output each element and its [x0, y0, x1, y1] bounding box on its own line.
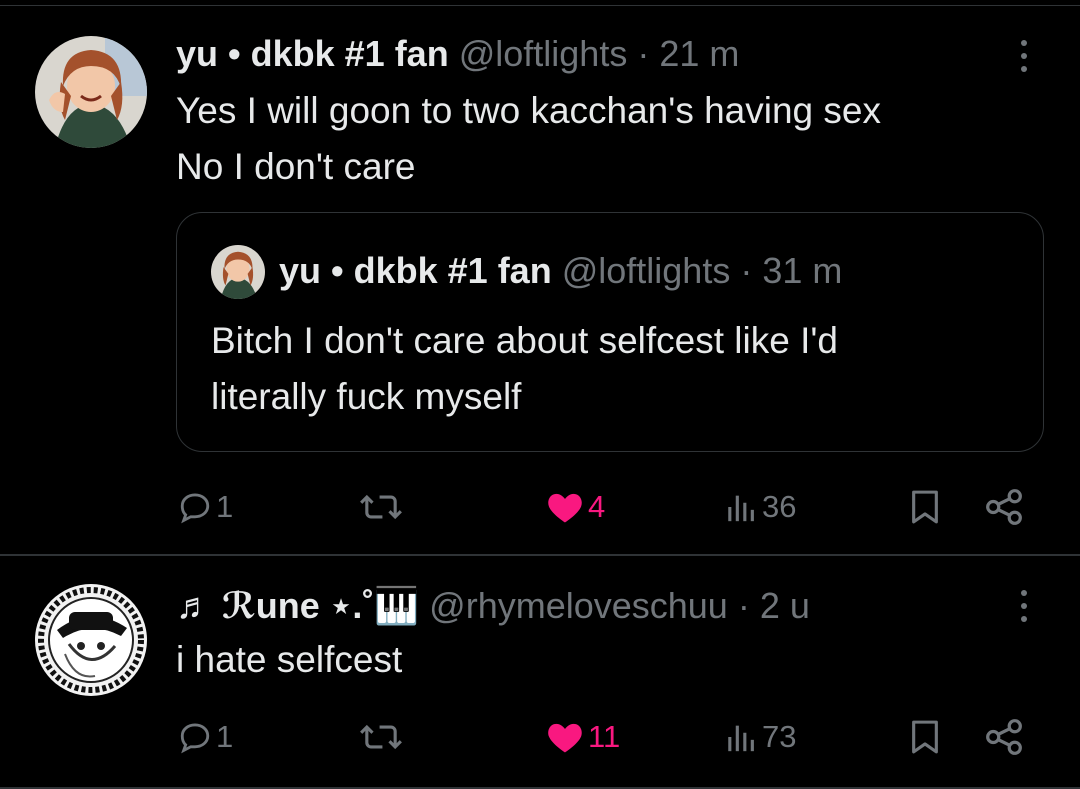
avatar[interactable]	[35, 584, 147, 696]
post-text-line: i hate selfcest	[176, 639, 403, 680]
views-button[interactable]: 73	[724, 712, 796, 762]
like-count: 11	[588, 719, 621, 754]
view-count: 36	[762, 489, 797, 524]
like-button[interactable]: 11	[546, 712, 620, 762]
separator-dot: ·	[637, 33, 650, 74]
share-icon	[986, 489, 1022, 525]
post-text: i hate selfcest	[176, 632, 402, 688]
quote-avatar	[211, 245, 265, 299]
post-rhymeloveschuu[interactable]: ♬ ℛune ⋆.˚🎹 @rhymeloveschuu · 2 u i hate…	[0, 556, 1080, 789]
quote-time: 31 m	[762, 250, 843, 291]
quote-header: yu • dkbk #1 fan @loftlights · 31 m	[279, 249, 842, 293]
reply-count: 1	[216, 719, 234, 754]
post-text-line: Yes I will goon to two kacchan's having …	[176, 90, 881, 131]
speech-bubble-icon	[180, 493, 210, 524]
repost-button[interactable]	[358, 482, 408, 532]
bookmark-button[interactable]	[908, 712, 942, 762]
bookmark-button[interactable]	[908, 482, 942, 532]
bookmark-icon	[912, 720, 938, 754]
repost-button[interactable]	[358, 712, 408, 762]
author-handle[interactable]: @loftlights	[459, 33, 628, 74]
heart-icon	[548, 723, 582, 753]
quote-author-name: yu • dkbk #1 fan	[279, 250, 552, 291]
reply-button[interactable]: 1	[178, 712, 233, 762]
reply-count: 1	[216, 489, 234, 524]
action-bar: 1 4 36	[0, 482, 1080, 532]
post-time[interactable]: 2 u	[760, 585, 810, 626]
avatar[interactable]	[35, 36, 147, 148]
post-time[interactable]: 21 m	[659, 33, 739, 74]
post-text-line: No I don't care	[176, 146, 416, 187]
post-header: yu • dkbk #1 fan @loftlights · 21 m	[176, 32, 739, 76]
quoted-post[interactable]: yu • dkbk #1 fan @loftlights · 31 m Bitc…	[176, 212, 1044, 452]
like-count: 4	[588, 489, 606, 524]
more-options-icon[interactable]	[1010, 586, 1038, 626]
author-handle[interactable]: @rhymeloveschuu	[429, 585, 728, 626]
quote-text: Bitch I don't care about selfcest like I…	[211, 313, 838, 425]
share-button[interactable]	[984, 712, 1024, 762]
repost-arrows-icon	[360, 724, 402, 750]
separator-dot: ·	[740, 250, 753, 291]
bookmark-icon	[912, 490, 938, 524]
view-count: 73	[762, 719, 797, 754]
post-text: Yes I will goon to two kacchan's having …	[176, 83, 881, 195]
quote-text-line: literally fuck myself	[211, 376, 522, 417]
quote-author-handle: @loftlights	[561, 250, 731, 291]
separator-dot: ·	[737, 585, 750, 626]
author-name[interactable]: ♬ ℛune ⋆.˚🎹	[176, 585, 419, 626]
post-header: ♬ ℛune ⋆.˚🎹 @rhymeloveschuu · 2 u	[176, 584, 810, 628]
bar-chart-icon	[728, 495, 754, 522]
more-options-icon[interactable]	[1010, 36, 1038, 76]
views-button[interactable]: 36	[724, 482, 796, 532]
post-loftlights[interactable]: yu • dkbk #1 fan @loftlights · 21 m Yes …	[0, 6, 1080, 554]
action-bar: 1 11 73	[0, 712, 1080, 762]
share-button[interactable]	[984, 482, 1024, 532]
repost-arrows-icon	[360, 494, 402, 520]
quote-text-line: Bitch I don't care about selfcest like I…	[211, 320, 839, 361]
author-name[interactable]: yu • dkbk #1 fan	[176, 33, 449, 74]
bar-chart-icon	[728, 725, 754, 752]
heart-icon	[548, 493, 582, 523]
speech-bubble-icon	[180, 723, 210, 754]
reply-button[interactable]: 1	[178, 482, 233, 532]
share-icon	[986, 719, 1022, 755]
like-button[interactable]: 4	[546, 482, 605, 532]
